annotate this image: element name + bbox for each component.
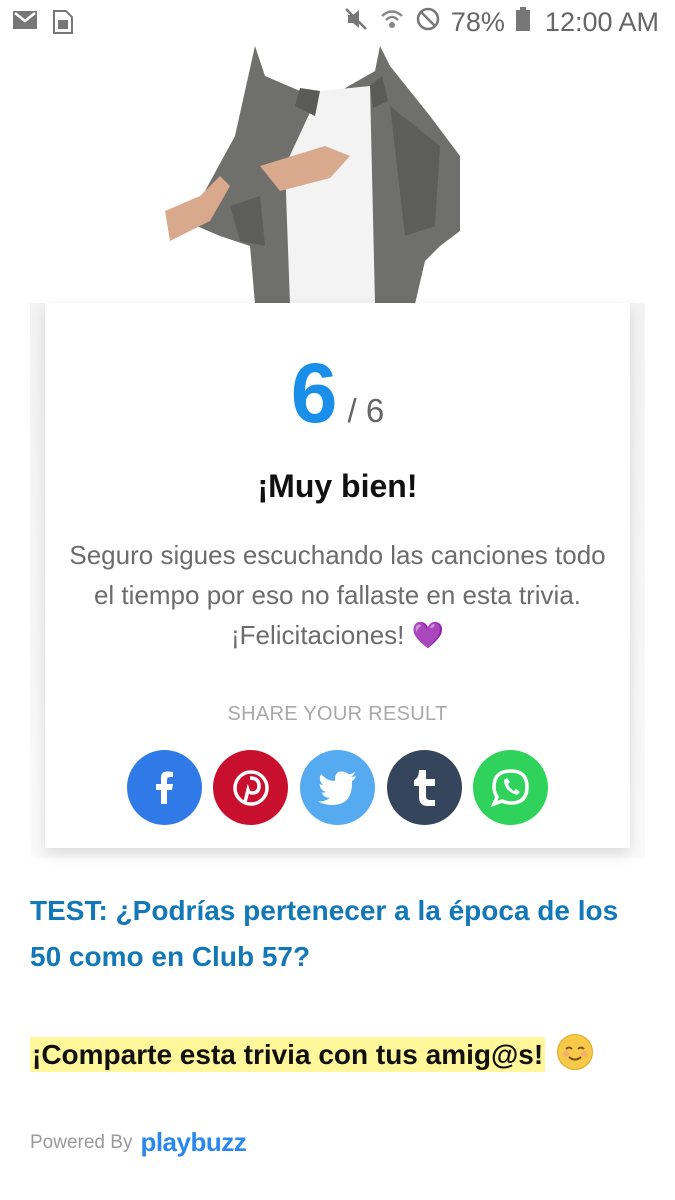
clock: 12:00 AM (544, 7, 659, 37)
powered-by: Powered By playbuzz (30, 1127, 247, 1158)
share-cta-text: ¡Comparte esta trivia con tus amig@s! (30, 1037, 546, 1072)
gmail-icon (12, 9, 38, 40)
related-test-link[interactable]: TEST: ¿Podrías pertenecer a la época de … (30, 888, 650, 980)
result-description: Seguro sigues escuchando las canciones t… (60, 535, 615, 655)
twitter-share-button[interactable] (300, 750, 375, 825)
twitter-icon (317, 771, 356, 805)
battery-percent: 78% (450, 7, 505, 37)
mute-icon (343, 6, 369, 39)
score-value: 6 (290, 346, 338, 440)
sim-icon (52, 9, 74, 40)
pinterest-icon (232, 769, 269, 806)
battery-icon (515, 6, 531, 39)
facebook-icon (155, 771, 173, 804)
share-buttons (127, 750, 549, 826)
whatsapp-share-button[interactable] (473, 750, 548, 825)
facebook-share-button[interactable] (127, 750, 202, 825)
result-description-text: Seguro sigues escuchando las canciones t… (69, 540, 606, 650)
powered-by-label: Powered By (30, 1131, 133, 1153)
score: 6/ 6 (0, 345, 675, 442)
pinterest-share-button[interactable] (213, 750, 288, 825)
share-label: SHARE YOUR RESULT (227, 703, 448, 725)
result-image (160, 46, 470, 306)
tumblr-icon (413, 769, 435, 806)
wifi-icon (379, 6, 405, 39)
score-total: / 6 (347, 392, 385, 429)
share-cta: ¡Comparte esta trivia con tus amig@s! (30, 1034, 593, 1072)
blocked-icon (415, 6, 441, 39)
whatsapp-icon (490, 768, 529, 807)
status-bar: 78% 12:00 AM (0, 0, 675, 46)
playbuzz-logo[interactable]: playbuzz (140, 1127, 246, 1158)
result-title: ¡Muy bien! (257, 468, 418, 504)
relieved-face-icon (557, 1034, 593, 1070)
tumblr-share-button[interactable] (387, 750, 462, 825)
purple-heart-icon: 💜 (411, 620, 444, 650)
